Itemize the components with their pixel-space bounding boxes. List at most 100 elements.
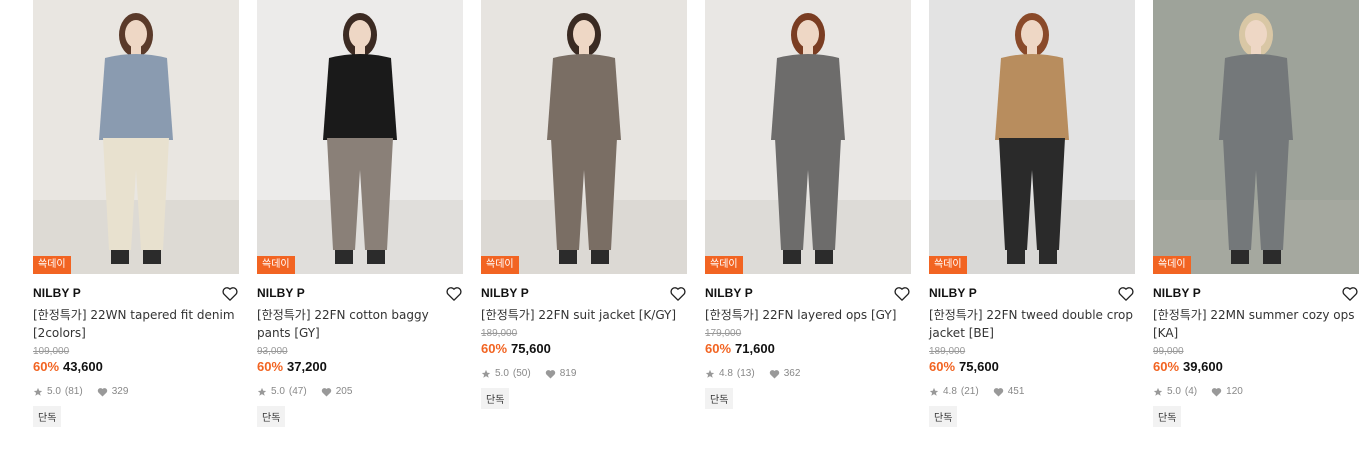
exclusive-tag: 단독 [481, 388, 510, 409]
promo-badge: 쓱데이 [929, 256, 967, 274]
like-heart-icon [769, 369, 780, 379]
like-count: 205 [335, 386, 353, 397]
wishlist-heart-icon[interactable] [1341, 284, 1359, 302]
review-meta: 5.0 (47) 205 [257, 386, 463, 397]
exclusive-tag: 단독 [929, 406, 958, 427]
model-photo [481, 0, 687, 274]
promo-badge: 쓱데이 [481, 256, 519, 274]
sale-price-row: 60% 37,200 [257, 359, 463, 374]
product-card[interactable]: 쓱데이 NILBY P [한정특가] 22FN cotton baggy pan… [257, 0, 463, 427]
discount-rate: 60% [705, 341, 732, 356]
product-title[interactable]: [한정특가] 22FN tweed double crop jacket [BE… [929, 306, 1135, 342]
brand-name[interactable]: NILBY P [481, 286, 529, 300]
product-title[interactable]: [한정특가] 22FN suit jacket [K/GY] [481, 306, 687, 324]
model-photo [33, 0, 239, 274]
review-count: (47) [288, 386, 307, 397]
like-heart-icon [97, 387, 108, 397]
product-card[interactable]: 쓱데이 NILBY P [한정특가] 22FN suit jacket [K/G… [481, 0, 687, 427]
review-count: (13) [736, 368, 755, 379]
discount-rate: 60% [481, 341, 508, 356]
brand-name[interactable]: NILBY P [929, 286, 977, 300]
sale-price: 43,600 [63, 359, 103, 374]
rating-value: 4.8 [719, 368, 733, 379]
original-price: 109,000 [33, 346, 70, 357]
product-image[interactable]: 쓱데이 [257, 0, 463, 274]
product-image[interactable]: 쓱데이 [1153, 0, 1359, 274]
sale-price: 71,600 [735, 341, 775, 356]
wishlist-heart-icon[interactable] [669, 284, 687, 302]
model-photo [929, 0, 1135, 274]
exclusive-tag: 단독 [257, 406, 286, 427]
exclusive-tag: 단독 [33, 406, 62, 427]
promo-badge: 쓱데이 [33, 256, 71, 274]
original-price: 93,000 [257, 346, 288, 357]
review-count: (50) [512, 368, 531, 379]
like-count: 819 [559, 368, 577, 379]
star-icon [705, 369, 715, 379]
product-card[interactable]: 쓱데이 NILBY P [한정특가] 22WN tapered fit deni… [33, 0, 239, 427]
product-grid: 쓱데이 NILBY P [한정특가] 22WN tapered fit deni… [33, 0, 1359, 427]
like-count: 362 [783, 368, 801, 379]
star-icon [257, 387, 267, 397]
review-meta: 4.8 (21) 451 [929, 386, 1135, 397]
rating-value: 5.0 [271, 386, 285, 397]
like-count: 451 [1007, 386, 1025, 397]
sale-price-row: 60% 75,600 [481, 341, 687, 356]
product-card[interactable]: 쓱데이 NILBY P [한정특가] 22FN layered ops [GY]… [705, 0, 911, 427]
sale-price-row: 60% 71,600 [705, 341, 911, 356]
promo-badge: 쓱데이 [1153, 256, 1191, 274]
exclusive-tag: 단독 [705, 388, 734, 409]
sale-price: 75,600 [959, 359, 999, 374]
sale-price: 75,600 [511, 341, 551, 356]
product-title[interactable]: [한정특가] 22WN tapered fit denim [2colors] [33, 306, 239, 342]
model-photo [257, 0, 463, 274]
like-heart-icon [545, 369, 556, 379]
wishlist-heart-icon[interactable] [1117, 284, 1135, 302]
sale-price-row: 60% 43,600 [33, 359, 239, 374]
review-meta: 4.8 (13) 362 [705, 368, 911, 379]
product-image[interactable]: 쓱데이 [481, 0, 687, 274]
sale-price: 39,600 [1183, 359, 1223, 374]
product-image[interactable]: 쓱데이 [929, 0, 1135, 274]
rating-value: 5.0 [1167, 386, 1181, 397]
promo-badge: 쓱데이 [257, 256, 295, 274]
product-image[interactable]: 쓱데이 [33, 0, 239, 274]
review-meta: 5.0 (50) 819 [481, 368, 687, 379]
like-heart-icon [321, 387, 332, 397]
wishlist-heart-icon[interactable] [221, 284, 239, 302]
like-heart-icon [993, 387, 1004, 397]
product-image[interactable]: 쓱데이 [705, 0, 911, 274]
promo-badge: 쓱데이 [705, 256, 743, 274]
wishlist-heart-icon[interactable] [445, 284, 463, 302]
exclusive-tag: 단독 [1153, 406, 1182, 427]
review-count: (81) [64, 386, 83, 397]
brand-name[interactable]: NILBY P [257, 286, 305, 300]
rating-value: 5.0 [495, 368, 509, 379]
review-meta: 5.0 (81) 329 [33, 386, 239, 397]
product-card[interactable]: 쓱데이 NILBY P [한정특가] 22FN tweed double cro… [929, 0, 1135, 427]
like-count: 329 [111, 386, 129, 397]
like-count: 120 [1226, 386, 1243, 397]
review-count: (21) [960, 386, 979, 397]
star-icon [1153, 387, 1163, 397]
product-title[interactable]: [한정특가] 22FN cotton baggy pants [GY] [257, 306, 463, 342]
original-price: 189,000 [929, 346, 966, 357]
brand-name[interactable]: NILBY P [33, 286, 81, 300]
original-price: 179,000 [705, 328, 742, 339]
model-photo [1153, 0, 1359, 274]
brand-name[interactable]: NILBY P [1153, 286, 1201, 300]
original-price: 189,000 [481, 328, 518, 339]
model-photo [705, 0, 911, 274]
like-heart-icon [1211, 387, 1222, 397]
wishlist-heart-icon[interactable] [893, 284, 911, 302]
original-price: 99,000 [1153, 346, 1184, 357]
brand-name[interactable]: NILBY P [705, 286, 753, 300]
sale-price-row: 60% 39,600 [1153, 359, 1359, 374]
product-title[interactable]: [한정특가] 22FN layered ops [GY] [705, 306, 911, 324]
review-count: (4) [1184, 386, 1198, 397]
product-title[interactable]: [한정특가] 22MN summer cozy ops [KA] [1153, 306, 1359, 342]
product-card[interactable]: 쓱데이 NILBY P [한정특가] 22MN summer cozy ops … [1153, 0, 1359, 427]
star-icon [929, 387, 939, 397]
discount-rate: 60% [929, 359, 956, 374]
rating-value: 5.0 [47, 386, 61, 397]
